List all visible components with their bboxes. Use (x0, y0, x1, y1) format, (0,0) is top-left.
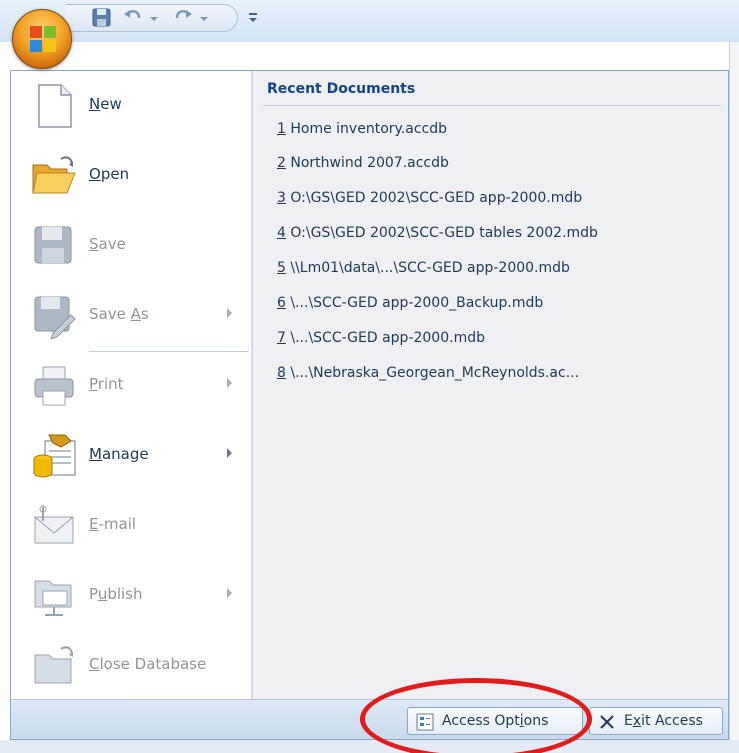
new-document-icon (38, 84, 72, 128)
exit-access-label: Exit Access (624, 713, 703, 729)
menu-item-label: Open (89, 165, 130, 183)
recent-document-item[interactable]: 5 \\Lm01\data\...\SCC-GED app-2000.mdb (277, 260, 570, 276)
recent-document-item[interactable]: 8 \...\Nebraska_Georgean_McReynolds.ac..… (277, 365, 579, 381)
manage-database-icon (33, 434, 76, 478)
recent-document-item[interactable]: 6 \...\SCC-GED app-2000_Backup.mdb (277, 295, 543, 311)
menu-item-print[interactable]: Print (11, 353, 251, 417)
menu-item-label: E-mail (89, 515, 137, 533)
submenu-arrow-icon (227, 588, 232, 598)
email-icon (34, 505, 74, 544)
recent-document-item[interactable]: 2 Northwind 2007.accdb (277, 155, 449, 171)
window-background-strip (0, 740, 739, 753)
menu-item-label: Print (89, 375, 124, 393)
printer-icon (34, 366, 74, 406)
publish-icon (34, 580, 72, 616)
office-logo-icon (30, 26, 56, 52)
office-button[interactable] (12, 9, 72, 69)
menu-item-label: New (89, 95, 122, 113)
menu-item-label: Save As (89, 305, 149, 323)
menu-item-label: Close Database (89, 655, 207, 673)
menu-separator (89, 351, 249, 352)
close-x-icon (600, 715, 614, 729)
highlight-ellipse (360, 678, 592, 753)
submenu-arrow-icon (227, 378, 232, 388)
menu-item-label: Publish (89, 585, 143, 603)
save-disk-icon (34, 226, 72, 264)
recent-document-item[interactable]: 4 O:\GS\GED 2002\SCC-GED tables 2002.mdb (277, 225, 598, 241)
menu-item-save[interactable]: Save (11, 213, 251, 277)
submenu-arrow-icon (227, 448, 232, 458)
window-edge (729, 42, 739, 753)
recent-documents-divider (263, 105, 721, 106)
menu-item-open[interactable]: Open (11, 143, 251, 207)
submenu-arrow-icon (227, 308, 232, 318)
save-icon[interactable] (92, 6, 112, 28)
redo-dropdown-icon[interactable] (198, 6, 210, 28)
open-folder-icon (32, 156, 76, 194)
menu-item-save-as[interactable]: Save As (11, 283, 251, 347)
command-pane: New Open Save Save As Print Manage E-mai… (11, 71, 251, 699)
menu-item-new[interactable]: New (11, 73, 251, 137)
close-database-icon (34, 646, 73, 684)
redo-icon[interactable] (172, 6, 194, 28)
customize-toolbar-icon[interactable] (246, 6, 260, 28)
recent-documents-pane: Recent Documents 1 Home inventory.accdb … (252, 71, 728, 699)
menu-item-manage[interactable]: Manage (11, 423, 251, 487)
menu-item-label: Manage (89, 445, 149, 463)
save-as-icon (34, 296, 76, 339)
menu-item-email[interactable]: E-mail (11, 493, 251, 557)
exit-access-button[interactable]: Exit Access (589, 707, 723, 735)
recent-document-item[interactable]: 3 O:\GS\GED 2002\SCC-GED app-2000.mdb (277, 190, 582, 206)
menu-item-label: Save (89, 235, 126, 253)
recent-document-item[interactable]: 7 \...\SCC-GED app-2000.mdb (277, 330, 485, 346)
recent-document-item[interactable]: 1 Home inventory.accdb (277, 121, 447, 137)
menu-item-close-database[interactable]: Close Database (11, 633, 251, 697)
office-menu: New Open Save Save As Print Manage E-mai… (10, 70, 729, 740)
undo-dropdown-icon[interactable] (148, 6, 160, 28)
recent-documents-title: Recent Documents (267, 81, 416, 97)
quick-access-toolbar (0, 0, 739, 42)
menu-item-publish[interactable]: Publish (11, 563, 251, 627)
undo-icon[interactable] (122, 6, 144, 28)
